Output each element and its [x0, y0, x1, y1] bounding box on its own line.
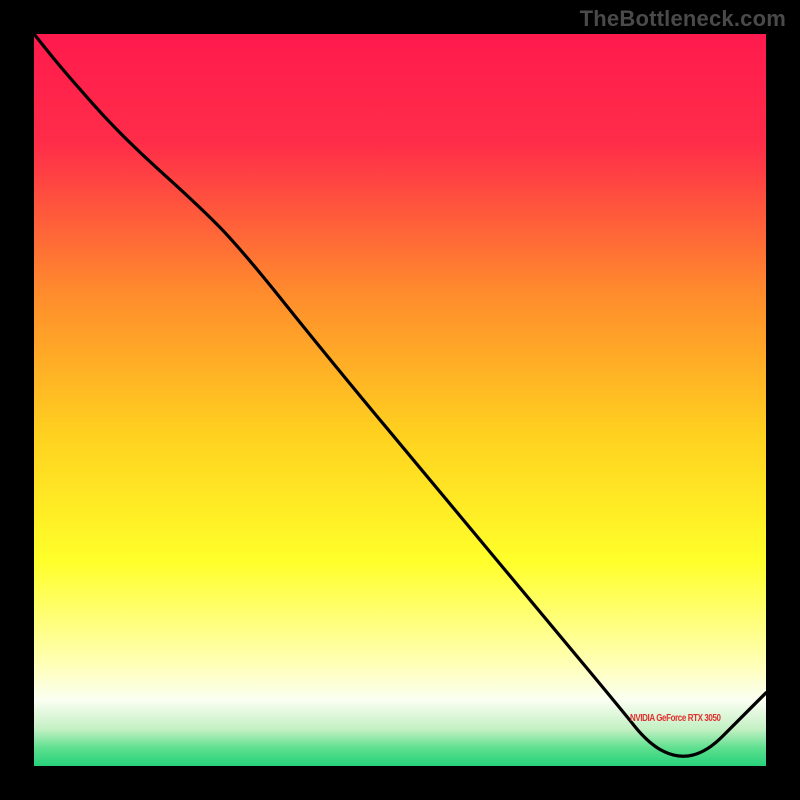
chart-svg — [34, 34, 766, 766]
chart-frame: TheBottleneck.com NVIDIA GeForce RTX 305… — [0, 0, 800, 800]
plot-area — [34, 34, 766, 766]
curve-series-label: NVIDIA GeForce RTX 3050 — [630, 713, 721, 724]
watermark-text: TheBottleneck.com — [580, 6, 786, 32]
gradient-background — [34, 34, 766, 766]
